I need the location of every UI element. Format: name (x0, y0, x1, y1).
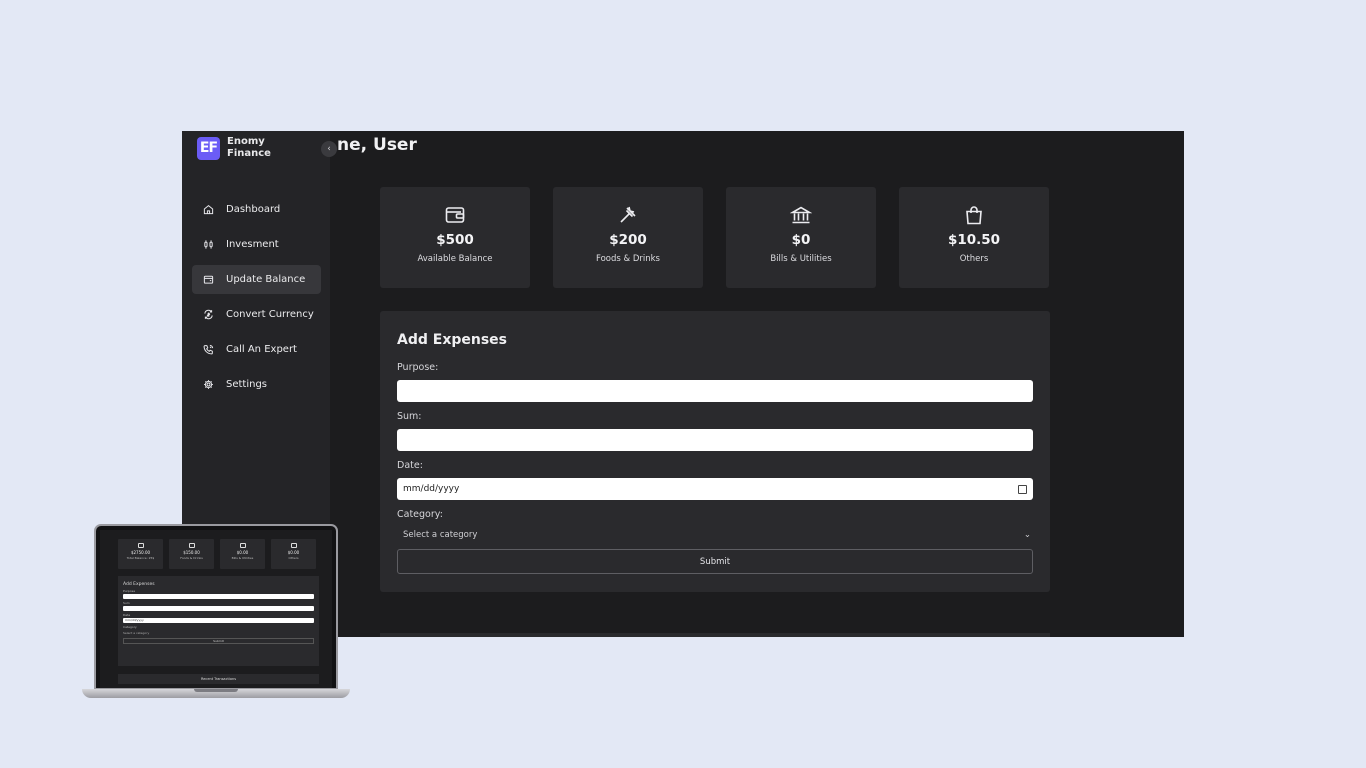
wallet-icon (137, 543, 144, 548)
category-label: Category: (397, 509, 443, 520)
card-label: Available Balance (417, 254, 493, 264)
card-value: $200 (609, 232, 647, 248)
preview-select: Select a category (123, 631, 150, 635)
sum-input[interactable] (397, 429, 1033, 451)
category-select[interactable]: Select a category ⌄ (397, 525, 1033, 545)
sidebar-item-settings[interactable]: Settings (192, 370, 321, 399)
foods-drinks-card: $200 Foods & Drinks (553, 187, 703, 288)
sidebar-item-call-an-expert[interactable]: Call An Expert (192, 335, 321, 364)
card-value: $10.50 (947, 232, 1001, 248)
preview-date-input: mm/dd/yyyy (123, 618, 314, 623)
chevron-down-icon: ⌄ (1023, 530, 1031, 540)
preview-card-value: $2750.00 (130, 550, 151, 555)
laptop-lid: $2750.00 Total Balance: 25$ $150.00 Food… (94, 524, 338, 690)
chevron-left-icon: ‹ (327, 144, 331, 154)
wallet-icon (203, 274, 214, 285)
card-label: Others (959, 254, 989, 264)
investment-icon (203, 239, 214, 250)
sidebar-nav: Dashboard Invesment Update Balance Conve… (192, 195, 321, 405)
calendar-icon[interactable] (1018, 484, 1027, 494)
preview-card-value: $150.00 (183, 550, 200, 555)
next-section-edge (380, 633, 1050, 637)
fork-icon (188, 543, 195, 548)
category-selected: Select a category (403, 530, 478, 540)
brand-logo: EF (197, 136, 220, 160)
preview-card-label: Others (288, 556, 299, 560)
sidebar-item-label: Convert Currency (226, 309, 314, 320)
home-icon (203, 204, 214, 215)
date-label: Date: (397, 460, 423, 471)
brand[interactable]: EF Enomy Finance (197, 136, 287, 160)
preview-label: Sum (123, 601, 130, 605)
card-label: Foods & Drinks (596, 254, 660, 264)
shopping-bag-icon (290, 543, 297, 548)
sidebar-collapse-button[interactable]: ‹ (321, 141, 337, 157)
preview-card-label: Foods & Drinks (180, 556, 203, 560)
purpose-input[interactable] (397, 380, 1033, 402)
sidebar-item-label: Dashboard (226, 204, 281, 215)
balance-card: $500 Available Balance (380, 187, 530, 288)
preview-card-value: $0.00 (287, 550, 300, 555)
summary-cards: $500 Available Balance $200 Foods & Drin… (380, 187, 1072, 288)
preview-card: $0.00 Others (271, 539, 316, 569)
preview-card: $0.00 Bills & Utilities (220, 539, 265, 569)
preview-card: $2750.00 Total Balance: 25$ (118, 539, 163, 569)
preview-card-label: Total Balance: 25$ (126, 556, 155, 560)
others-card: $10.50 Others (899, 187, 1049, 288)
sidebar-item-invesment[interactable]: Invesment (192, 230, 321, 259)
card-value: $0 (791, 232, 811, 248)
preview-card-label: Bills & Utilities (231, 556, 254, 560)
brand-name: Enomy Finance (227, 136, 271, 159)
sidebar-item-label: Update Balance (226, 274, 306, 285)
preview-recent-transactions: Recent Transactions (118, 674, 319, 684)
card-label: Bills & Utilities (770, 254, 832, 264)
currency-exchange-icon (203, 309, 214, 320)
preview-submit: Submit (123, 638, 314, 644)
laptop-screen: $2750.00 Total Balance: 25$ $150.00 Food… (100, 530, 332, 688)
wallet-icon (444, 204, 466, 226)
add-expenses-form: Add Expenses Purpose: Sum: Date: mm/dd/y… (380, 311, 1050, 592)
sidebar-item-label: Invesment (226, 239, 279, 250)
gear-icon (203, 379, 214, 390)
preview-label: Date (123, 613, 131, 617)
preview-form: Add Expenses Purpose Sum Date mm/dd/yyyy… (118, 576, 319, 666)
sidebar-item-dashboard[interactable]: Dashboard (192, 195, 321, 224)
phone-icon (203, 344, 214, 355)
preview-label: Purpose (123, 589, 136, 593)
preview-input (123, 594, 314, 599)
preview-label: Category (123, 625, 137, 629)
preview-input (123, 606, 314, 611)
bills-utilities-card: $0 Bills & Utilities (726, 187, 876, 288)
page-title: ne, User (337, 135, 417, 155)
preview-card: $150.00 Foods & Drinks (169, 539, 214, 569)
preview-form-title: Add Expenses (123, 582, 155, 587)
sidebar-item-label: Call An Expert (226, 344, 297, 355)
card-value: $500 (436, 232, 474, 248)
sidebar-item-convert-currency[interactable]: Convert Currency (192, 300, 321, 329)
date-input[interactable]: mm/dd/yyyy (397, 478, 1033, 500)
form-title: Add Expenses (397, 332, 507, 348)
sidebar-item-label: Settings (226, 379, 268, 390)
sum-label: Sum: (397, 411, 422, 422)
purpose-label: Purpose: (397, 362, 439, 373)
laptop-notch (194, 689, 238, 692)
submit-button[interactable]: Submit (397, 549, 1033, 574)
fork-icon (617, 204, 639, 226)
preview-cards: $2750.00 Total Balance: 25$ $150.00 Food… (118, 539, 322, 569)
laptop-mockup: $2750.00 Total Balance: 25$ $150.00 Food… (82, 524, 350, 708)
sidebar-item-update-balance[interactable]: Update Balance (192, 265, 321, 294)
bank-icon (239, 543, 246, 548)
shopping-bag-icon (963, 204, 985, 226)
bank-icon (789, 204, 813, 226)
preview-card-value: $0.00 (236, 550, 249, 555)
date-placeholder: mm/dd/yyyy (403, 484, 460, 494)
